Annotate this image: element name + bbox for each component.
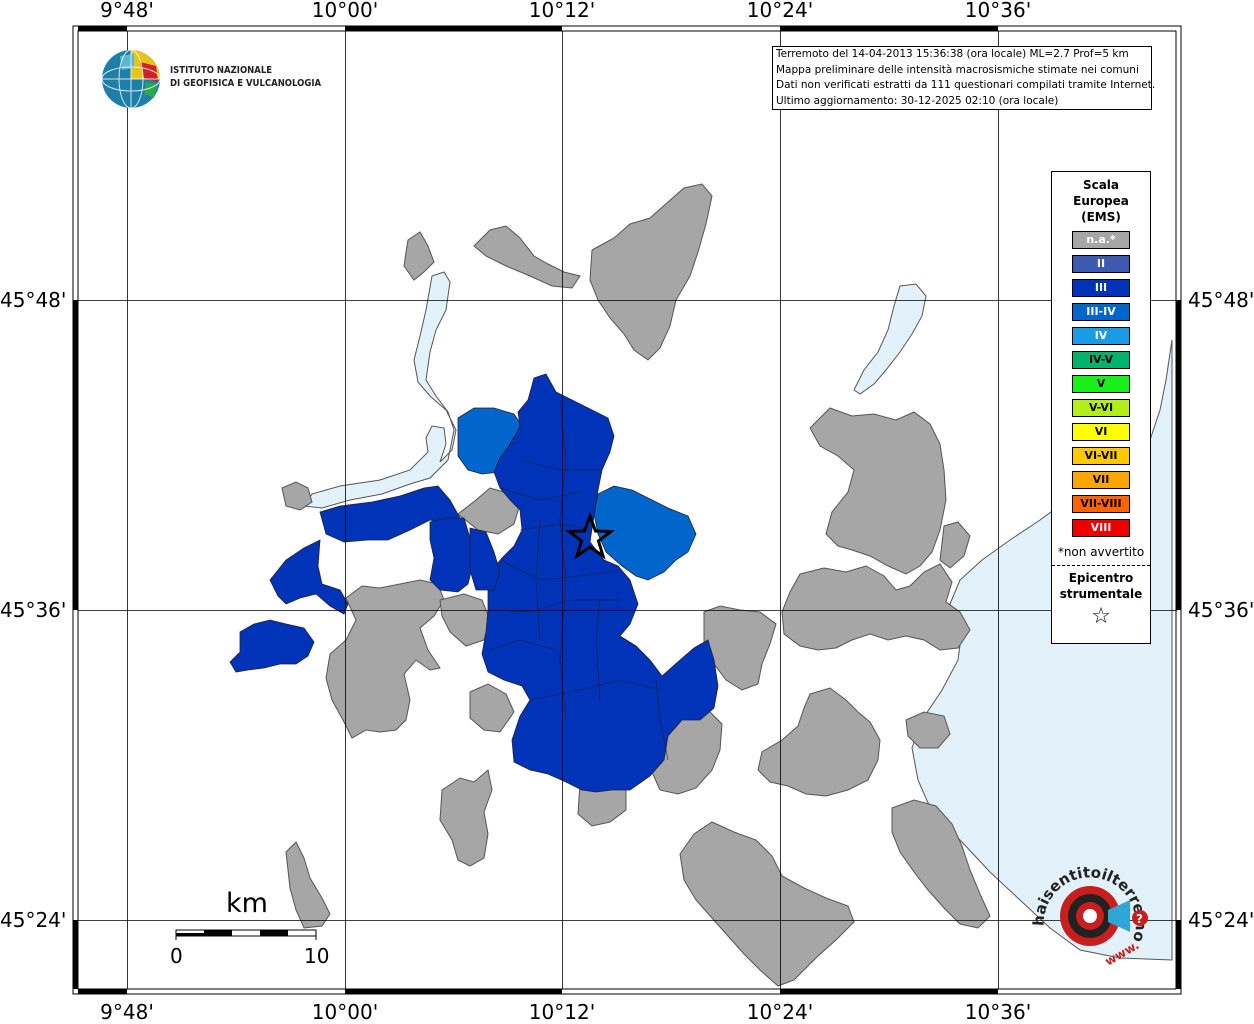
communes-intensity bbox=[229, 373, 719, 793]
legend-item: V bbox=[1072, 375, 1130, 393]
lat-label-right: 45°48' bbox=[1188, 288, 1254, 312]
lake-iseo bbox=[303, 271, 457, 509]
scale-title: km bbox=[226, 888, 268, 919]
legend-item: IV-V bbox=[1072, 351, 1130, 369]
lat-label-left: 45°36' bbox=[0, 598, 67, 622]
logo-line-1: ISTITUTO NAZIONALE bbox=[170, 65, 273, 76]
commune-iii-sw bbox=[269, 539, 349, 615]
lat-label-right: 45°24' bbox=[1188, 908, 1254, 932]
ems-legend: Scala Europea (EMS) n.a.* II III III-IV IV IV… bbox=[1051, 171, 1151, 644]
scale-bar-graphic bbox=[175, 929, 317, 940]
event-info-line: Ultimo aggiornamento: 30-12-2025 02:10 (… bbox=[776, 94, 1059, 107]
legend-item: III bbox=[1072, 279, 1130, 297]
lat-label-left: 45°48' bbox=[0, 288, 67, 312]
legend-item: II bbox=[1072, 255, 1130, 273]
haisentito-logo: haisentitoilterremoto.it ? www. bbox=[1030, 858, 1150, 969]
event-info-line: Terremoto del 14-04-2013 15:36:38 (ora l… bbox=[776, 48, 1129, 60]
lon-label-bottom: 10°12' bbox=[528, 1000, 596, 1024]
lon-label-bottom: 10°24' bbox=[746, 1000, 814, 1024]
svg-text:?: ? bbox=[1136, 912, 1143, 926]
event-info-line: Mappa preliminare delle intensità macros… bbox=[776, 63, 1139, 76]
ingv-globe-logo bbox=[101, 49, 161, 109]
legend-note: *non avvertito bbox=[1057, 545, 1145, 559]
lon-label-top: 10°36' bbox=[964, 0, 1032, 22]
legend-item: IV bbox=[1072, 327, 1130, 345]
lon-label-bottom: 9°48' bbox=[100, 1000, 154, 1024]
lon-label-bottom: 10°36' bbox=[964, 1000, 1032, 1024]
lon-label-bottom: 10°00' bbox=[311, 1000, 379, 1024]
legend-item: n.a.* bbox=[1072, 231, 1130, 249]
legend-items: n.a.* II III III-IV IV IV-V V V-VI VI VI-VII VII VI… bbox=[1052, 231, 1150, 537]
commune-iii-far-sw bbox=[229, 619, 315, 673]
legend-item: VII bbox=[1072, 471, 1130, 489]
legend-item: III-IV bbox=[1072, 303, 1130, 321]
lat-label-right: 45°36' bbox=[1188, 598, 1254, 622]
legend-title-line: Europea bbox=[1073, 194, 1129, 208]
star-icon: ☆ bbox=[1091, 604, 1111, 629]
legend-item: VI bbox=[1072, 423, 1130, 441]
commune-iii-west2 bbox=[429, 517, 475, 593]
legend-title: Scala Europea (EMS) bbox=[1052, 177, 1150, 225]
scale-bar: km 0 10 bbox=[170, 888, 330, 968]
event-info-line: Dati non verificati estratti da 111 ques… bbox=[776, 79, 1156, 91]
legend-epicenter-label: Epicentro strumentale bbox=[1052, 570, 1150, 602]
commune-iii-west3 bbox=[469, 527, 501, 591]
legend-item: VII-VIII bbox=[1072, 495, 1130, 513]
legend-item: VI-VII bbox=[1072, 447, 1130, 465]
ingv-logo-text: ISTITUTO NAZIONALE DI GEOFISICA E VULCAN… bbox=[170, 64, 321, 90]
legend-epicenter-line: Epicentro bbox=[1068, 571, 1134, 585]
legend-epicenter-line: strumentale bbox=[1059, 587, 1143, 601]
lon-label-top: 10°00' bbox=[311, 0, 379, 22]
event-info-box: Terremoto del 14-04-2013 15:36:38 (ora l… bbox=[772, 46, 1156, 110]
lat-label-left: 45°24' bbox=[0, 908, 67, 932]
legend-separator bbox=[1052, 565, 1150, 566]
legend-title-line: Scala bbox=[1082, 178, 1120, 192]
scale-end-label: 10 bbox=[304, 944, 330, 968]
lon-label-top: 10°12' bbox=[528, 0, 596, 22]
brand-www: www. bbox=[1103, 938, 1142, 969]
lon-label-top: 10°24' bbox=[746, 0, 814, 22]
legend-item: VIII bbox=[1072, 519, 1130, 537]
scale-start-label: 0 bbox=[170, 944, 183, 968]
legend-item: V-VI bbox=[1072, 399, 1130, 417]
communes-na bbox=[281, 183, 991, 987]
logo-line-2: DI GEOFISICA E VULCANOLOGIA bbox=[170, 78, 322, 89]
lon-label-top: 9°48' bbox=[100, 0, 154, 22]
legend-title-line: (EMS) bbox=[1081, 210, 1121, 224]
